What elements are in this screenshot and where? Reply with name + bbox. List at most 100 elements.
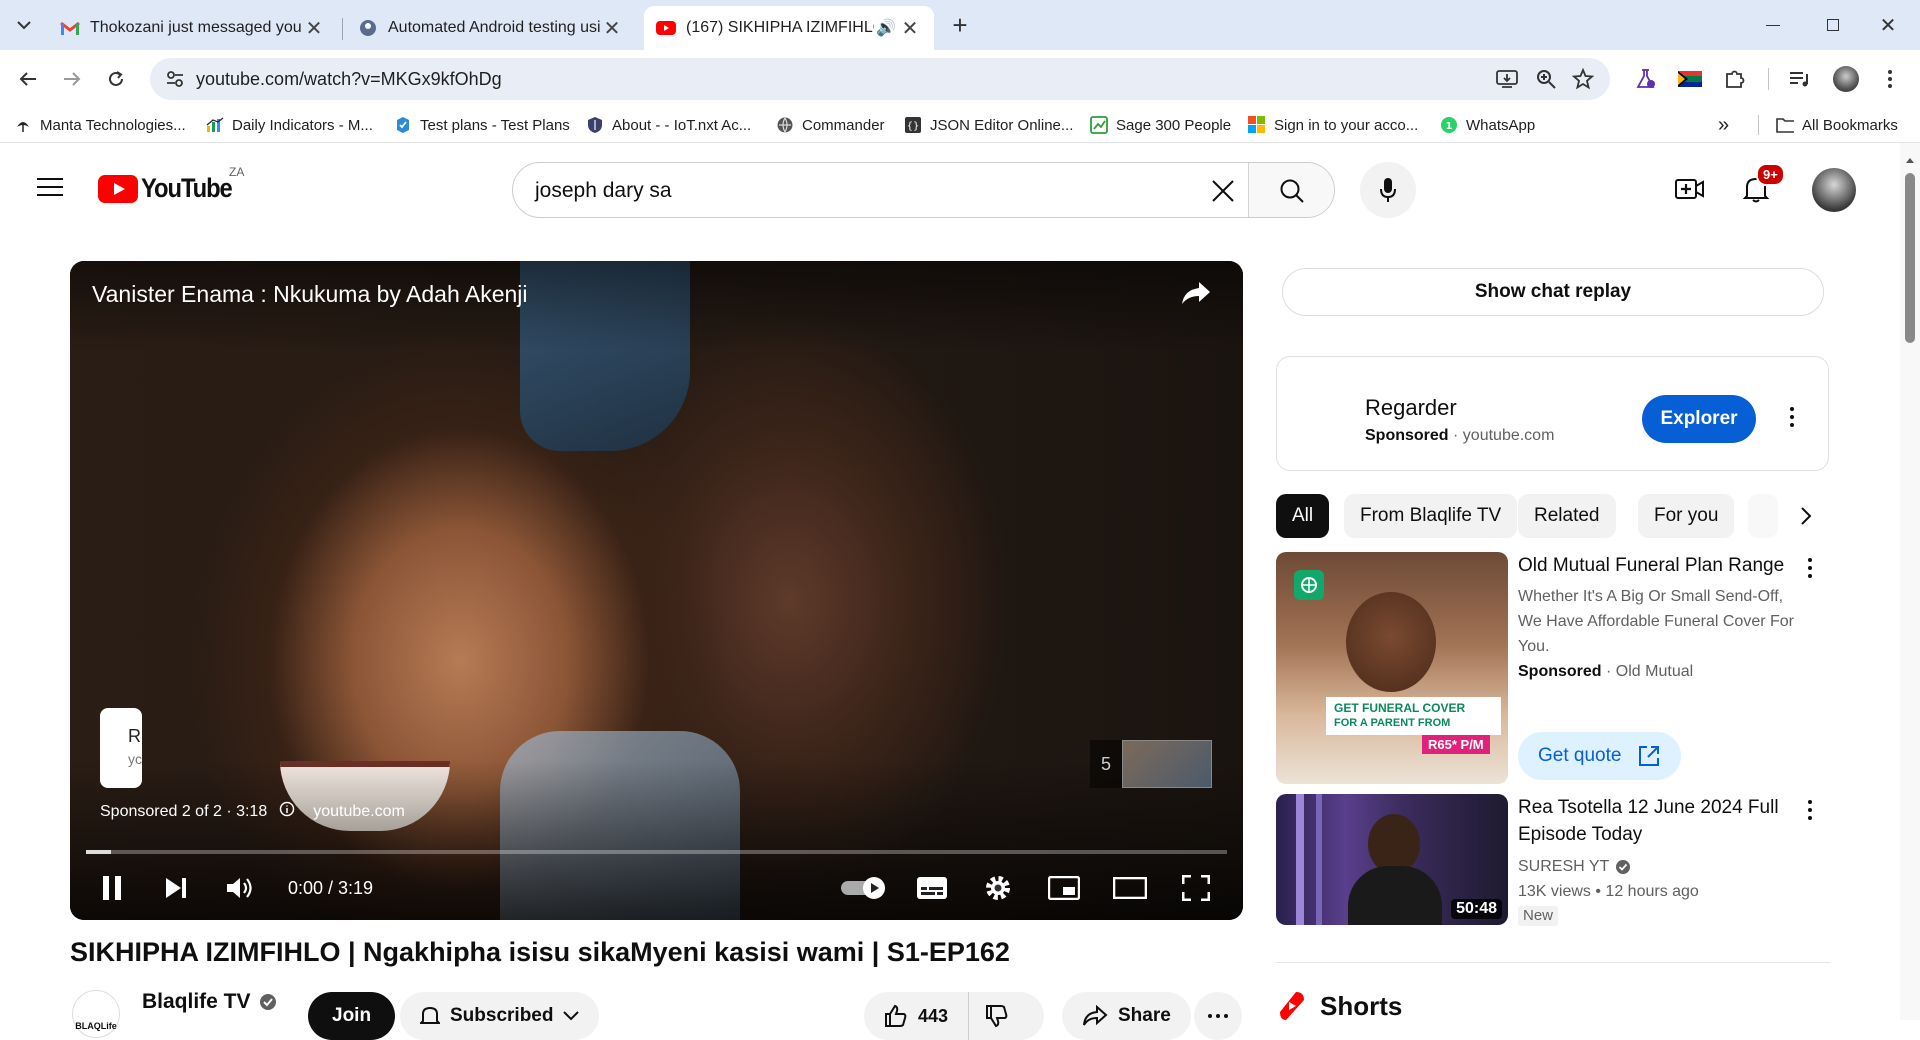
bookmark-item[interactable]: Sage 300 People [1090, 107, 1231, 143]
subscribed-button[interactable]: Subscribed [400, 992, 600, 1040]
chip-all[interactable]: All [1276, 494, 1330, 538]
more-vert-icon[interactable] [1790, 407, 1794, 427]
bookmark-item[interactable]: Daily Indicators - M... [206, 107, 373, 143]
more-vert-icon[interactable] [1808, 558, 1812, 578]
zoom-icon[interactable] [1536, 69, 1556, 94]
mute-button[interactable] [218, 865, 262, 911]
progress-bar[interactable] [86, 850, 1227, 854]
next-button[interactable] [154, 865, 198, 911]
ad-title: Regarder [1365, 395, 1457, 420]
thumb-headline: GET FUNERAL COVER [1334, 701, 1466, 715]
bookmark-item[interactable]: 1 WhatsApp [1440, 107, 1535, 143]
info-icon[interactable] [279, 801, 295, 822]
notifications-button[interactable]: 9+ [1734, 163, 1785, 211]
bookmark-item[interactable]: Commander [776, 107, 885, 143]
ad-video-title[interactable]: Vanister Enama : Nkukuma by Adah Akenji [92, 281, 528, 308]
rec-channel[interactable]: SURESH YT [1518, 854, 1609, 879]
extension-flask-icon[interactable] [1628, 50, 1664, 107]
share-button[interactable]: Share [1062, 992, 1191, 1040]
browser-menu-button[interactable] [1872, 50, 1908, 107]
address-bar[interactable]: youtube.com/watch?v=MKGx9kfOhDg [150, 58, 1610, 100]
forward-button[interactable] [54, 50, 90, 107]
chip-for-you[interactable]: For you [1638, 494, 1735, 538]
minimize-button[interactable] [1755, 0, 1791, 50]
create-button[interactable] [1668, 167, 1712, 211]
subtitles-button[interactable] [910, 865, 954, 911]
video-player[interactable]: Vanister Enama : Nkukuma by Adah Akenji … [70, 261, 1243, 920]
share-arrow-icon[interactable] [1181, 281, 1211, 310]
bookmark-item[interactable]: Sign in to your acco... [1248, 107, 1418, 143]
channel-avatar[interactable]: BLAQLife [72, 990, 120, 1038]
site-info-icon[interactable] [166, 70, 184, 93]
settings-button[interactable] [976, 865, 1020, 911]
clear-search-icon[interactable] [1211, 179, 1235, 208]
pause-button[interactable] [90, 865, 134, 911]
close-icon[interactable]: ✕ [898, 16, 922, 41]
bookmark-item[interactable]: About - - IoT.nxt Ac... [586, 107, 751, 143]
ad-thumbnail[interactable]: GET FUNERAL COVER FOR A PARENT FROM R65*… [1276, 552, 1508, 784]
autoplay-toggle[interactable] [836, 865, 892, 911]
bookmarks-overflow-button[interactable]: » [1718, 107, 1729, 143]
reload-button[interactable] [98, 50, 134, 107]
video-thumbnail[interactable]: 50:48 [1276, 794, 1508, 925]
tab-search-button[interactable] [6, 0, 42, 50]
back-button[interactable] [10, 50, 46, 107]
subtitles-icon [917, 877, 947, 899]
close-window-button[interactable]: ✕ [1870, 0, 1906, 50]
video-recommendation[interactable]: 50:48 Rea Tsotella 12 June 2024 Full Epi… [1276, 794, 1836, 926]
search-input[interactable]: joseph dary sa [535, 163, 672, 217]
restore-button[interactable] [1815, 0, 1851, 50]
close-icon[interactable]: ✕ [600, 16, 624, 41]
chip-related[interactable]: Related [1518, 494, 1616, 538]
new-tab-button[interactable]: + [942, 0, 978, 50]
account-avatar[interactable] [1812, 168, 1856, 212]
ad-domain[interactable]: youtube.com [313, 803, 405, 821]
profile-avatar[interactable] [1828, 50, 1864, 107]
media-control-icon[interactable] [1782, 50, 1818, 107]
speaker-icon[interactable]: 🔊 [874, 18, 898, 38]
bookmark-item[interactable]: Test plans - Test Plans [394, 107, 570, 143]
like-button[interactable]: 443 [864, 992, 970, 1040]
bookmark-star-icon[interactable] [1571, 67, 1595, 95]
sidebar-ad[interactable]: Regarder Sponsored · youtube.com Explore… [1276, 356, 1829, 471]
voice-search-button[interactable] [1360, 162, 1416, 218]
guide-menu-button[interactable] [28, 165, 72, 209]
old-mutual-logo-icon [1294, 570, 1324, 600]
theater-mode-button[interactable] [1108, 865, 1152, 911]
install-app-icon[interactable] [1496, 69, 1518, 94]
close-icon[interactable]: ✕ [302, 16, 326, 41]
all-bookmarks-button[interactable]: All Bookmarks [1776, 107, 1898, 143]
scroll-up-icon[interactable] [1905, 157, 1915, 163]
bookmark-item[interactable]: Manta Technologies... [14, 107, 186, 143]
miniplayer-button[interactable] [1042, 865, 1086, 911]
join-button[interactable]: Join [308, 992, 396, 1040]
explorer-button[interactable]: Explorer [1642, 395, 1756, 443]
page-scrollbar[interactable] [1900, 143, 1920, 1020]
dislike-button[interactable] [969, 992, 1025, 1040]
youtube-logo[interactable]: YouTube ZA [98, 165, 244, 204]
ad-card[interactable]: R yc [100, 708, 142, 788]
bookmark-item[interactable]: {} JSON Editor Online... [904, 107, 1073, 143]
chip-from-channel[interactable]: From Blaqlife TV [1344, 494, 1518, 538]
channel-name[interactable]: Blaqlife TV [142, 990, 277, 1014]
get-quote-button[interactable]: Get quote [1518, 732, 1682, 780]
tab-youtube[interactable]: (167) SIKHIPHA IZIMFIHLO | 🔊 ✕ [644, 6, 934, 50]
skip-ad-preview[interactable]: 5 [1090, 740, 1212, 788]
search-button[interactable] [1248, 163, 1334, 217]
tab-devops[interactable]: Automated Android testing usin ✕ [346, 6, 636, 50]
show-chat-replay-button[interactable]: Show chat replay [1282, 268, 1824, 316]
tab-gmail[interactable]: Thokozani just messaged you - ✕ [48, 6, 338, 50]
rec-title[interactable]: Rea Tsotella 12 June 2024 Full Episode T… [1518, 794, 1808, 848]
chips-next-button[interactable] [1784, 494, 1828, 538]
fullscreen-button[interactable] [1174, 865, 1218, 911]
rec-title[interactable]: Old Mutual Funeral Plan Range [1518, 552, 1808, 579]
gmail-icon [60, 18, 80, 38]
extensions-puzzle-icon[interactable] [1716, 50, 1752, 107]
sponsored-recommendation[interactable]: GET FUNERAL COVER FOR A PARENT FROM R65*… [1276, 552, 1836, 784]
more-actions-button[interactable] [1194, 992, 1242, 1040]
search-box[interactable]: joseph dary sa [512, 162, 1335, 218]
scrollbar-thumb[interactable] [1905, 173, 1915, 343]
volume-icon [227, 878, 252, 898]
sa-flag-extension-icon[interactable] [1672, 50, 1708, 107]
more-vert-icon[interactable] [1808, 800, 1812, 820]
